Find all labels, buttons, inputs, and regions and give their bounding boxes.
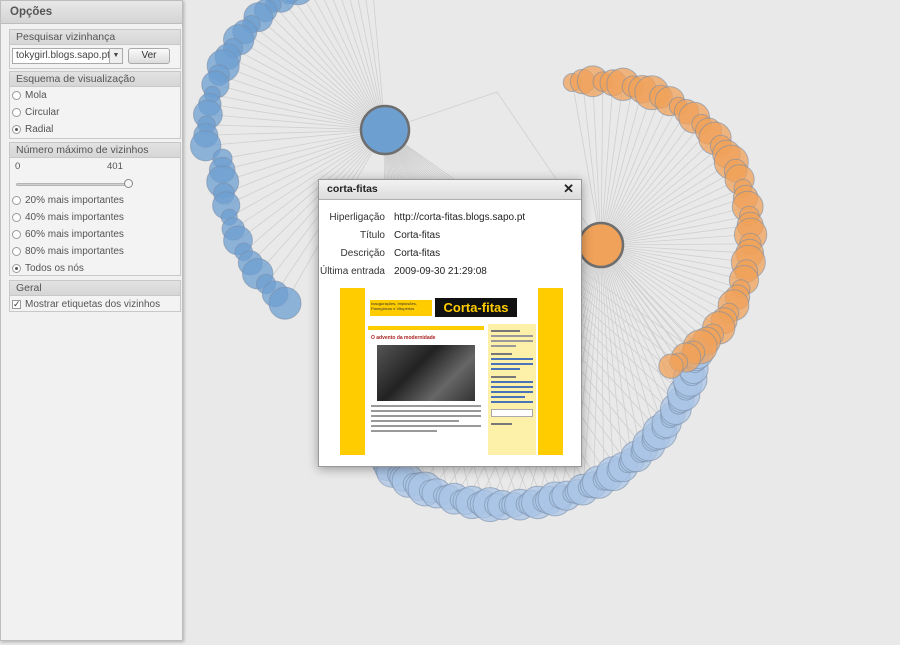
graph-edge xyxy=(222,129,386,183)
preview-left-bar xyxy=(340,288,365,455)
graph-edge xyxy=(593,244,602,485)
max-neighbors-heading: Número máximo de vizinhos xyxy=(10,143,180,158)
graph-edge xyxy=(600,92,653,246)
radio-icon[interactable] xyxy=(12,264,21,273)
graph-edge xyxy=(600,145,722,246)
graph-edge xyxy=(582,81,602,246)
graph-edge xyxy=(600,123,702,246)
layout-option-mola[interactable]: Mola xyxy=(10,87,180,104)
neighbors-option-60[interactable]: 60% mais importantes xyxy=(10,226,180,243)
graph-edge xyxy=(238,39,386,131)
max-neighbors-section: Número máximo de vizinhos 0 401 20% mais… xyxy=(9,142,181,276)
neighbor-node[interactable] xyxy=(268,286,302,320)
blog-select[interactable]: tokygirl.blogs.sapo.pt ▼ xyxy=(12,48,123,64)
radio-icon[interactable] xyxy=(12,125,21,134)
hub-node-blue xyxy=(359,104,411,156)
show-labels-option[interactable]: ✓ Mostrar etiquetas dos vizinhos xyxy=(10,296,180,313)
field-label-last-entry: Última entrada xyxy=(319,266,385,277)
field-value-title: Corta-fitas xyxy=(394,230,441,241)
node-info-dialog: corta-fitas ✕ Hiperligação http://corta-… xyxy=(318,179,582,467)
general-section: Geral ✓ Mostrar etiquetas dos vizinhos xyxy=(9,280,181,312)
neighborhood-heading: Pesquisar vizinhança xyxy=(10,30,180,45)
neighbors-slider-track[interactable] xyxy=(16,183,128,186)
field-label-description: Descrição xyxy=(340,248,385,259)
blog-preview-thumbnail[interactable]: Inaugurações, Implosões, Panegíricos e V… xyxy=(340,288,563,455)
field-value-description: Corta-fitas xyxy=(394,248,441,259)
layout-heading: Esquema de visualização xyxy=(10,72,180,87)
radio-icon[interactable] xyxy=(12,213,21,222)
preview-photo xyxy=(377,345,475,401)
preview-logo: Corta-fitas xyxy=(435,298,517,317)
neighbors-option-80[interactable]: 80% mais importantes xyxy=(10,243,180,260)
close-icon[interactable]: ✕ xyxy=(563,182,574,196)
graph-edge xyxy=(600,89,643,246)
chevron-down-icon[interactable]: ▼ xyxy=(109,49,122,63)
field-label-link: Hiperligação xyxy=(329,212,385,223)
preview-tagline: Inaugurações, Implosões, Panegíricos e V… xyxy=(370,300,432,316)
layout-section: Esquema de visualização Mola Circular Ra… xyxy=(9,71,181,139)
graph-edge xyxy=(600,86,634,246)
preview-header: Inaugurações, Implosões, Panegíricos e V… xyxy=(365,288,538,324)
hub-node-orange xyxy=(577,221,625,269)
preview-right-bar xyxy=(538,288,563,455)
neighbor-node[interactable] xyxy=(658,353,684,379)
graph-edge xyxy=(600,84,624,246)
dialog-title: corta-fitas xyxy=(319,180,581,200)
options-panel: Opções Pesquisar vizinhança tokygirl.blo… xyxy=(0,0,183,641)
graph-edge xyxy=(223,65,386,131)
graph-edge xyxy=(265,10,386,131)
preview-sidebar xyxy=(488,324,536,455)
slider-min-label: 0 xyxy=(15,161,21,172)
radio-icon[interactable] xyxy=(12,230,21,239)
radio-icon[interactable] xyxy=(12,108,21,117)
radio-icon[interactable] xyxy=(12,196,21,205)
slider-max-label: 401 xyxy=(107,161,123,172)
layout-option-radial[interactable]: Radial xyxy=(10,121,180,138)
preview-main-column: O advento da modernidade xyxy=(368,324,484,455)
general-heading: Geral xyxy=(10,281,180,296)
field-value-link[interactable]: http://corta-fitas.blogs.sapo.pt xyxy=(394,211,525,225)
blog-select-value: tokygirl.blogs.sapo.pt xyxy=(16,50,110,61)
neighbors-option-20[interactable]: 20% mais importantes xyxy=(10,192,180,209)
neighbors-slider-thumb[interactable] xyxy=(124,179,133,188)
graph-edge xyxy=(600,117,695,246)
panel-title: Opções xyxy=(1,1,182,24)
field-label-title: Título xyxy=(359,230,385,241)
field-value-last-entry: 2009-09-30 21:29:08 xyxy=(394,266,487,277)
layout-option-circular[interactable]: Circular xyxy=(10,104,180,121)
graph-edge xyxy=(600,244,650,445)
neighborhood-section: Pesquisar vizinhança tokygirl.blogs.sapo… xyxy=(9,29,181,69)
radio-icon[interactable] xyxy=(12,247,21,256)
radio-icon[interactable] xyxy=(12,91,21,100)
preview-post-title: O advento da modernidade xyxy=(371,335,436,341)
checkbox-icon[interactable]: ✓ xyxy=(12,300,21,309)
view-button[interactable]: Ver xyxy=(128,48,170,64)
neighbors-option-all[interactable]: Todos os nós xyxy=(10,260,180,277)
neighbors-option-40[interactable]: 40% mais importantes xyxy=(10,209,180,226)
